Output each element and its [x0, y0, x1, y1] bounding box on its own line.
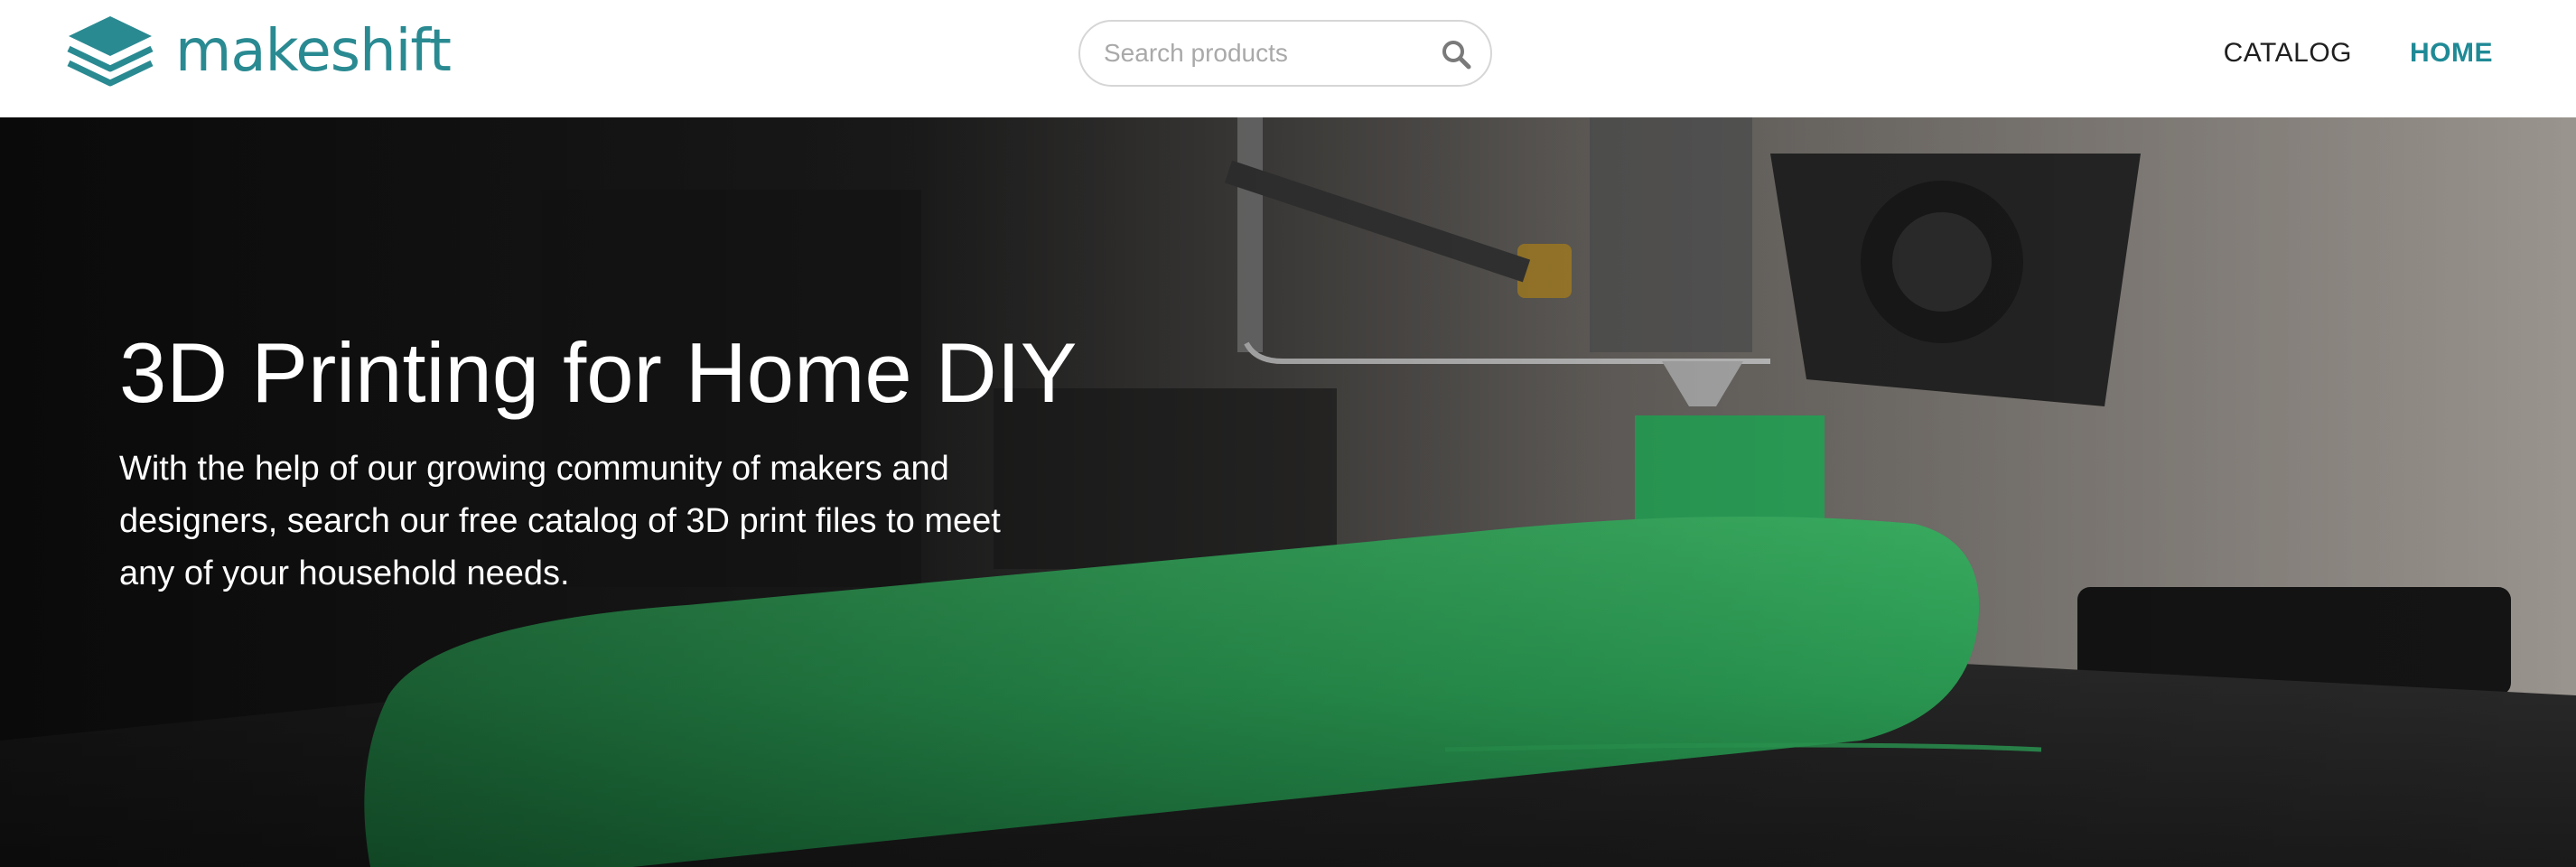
search-icon[interactable] — [1440, 38, 1472, 70]
site-header: makeshift CATALOG HOME — [0, 0, 2576, 117]
hero-description: With the help of our growing community o… — [119, 450, 1001, 592]
nav-catalog-link[interactable]: CATALOG — [2224, 38, 2352, 69]
brand-name: makeshift — [175, 18, 452, 85]
search-box — [1078, 20, 1492, 87]
nav-home-link[interactable]: HOME — [2410, 38, 2493, 69]
brand-logo-link[interactable]: makeshift — [63, 13, 452, 90]
hero-title: 3D Printing for Home DIY — [119, 325, 1078, 420]
search-input[interactable] — [1104, 31, 1429, 76]
hero-banner: 3D Printing for Home DIY With the help o… — [0, 117, 2576, 867]
stacked-layers-icon — [67, 16, 154, 87]
main-nav: CATALOG HOME — [2224, 27, 2493, 79]
